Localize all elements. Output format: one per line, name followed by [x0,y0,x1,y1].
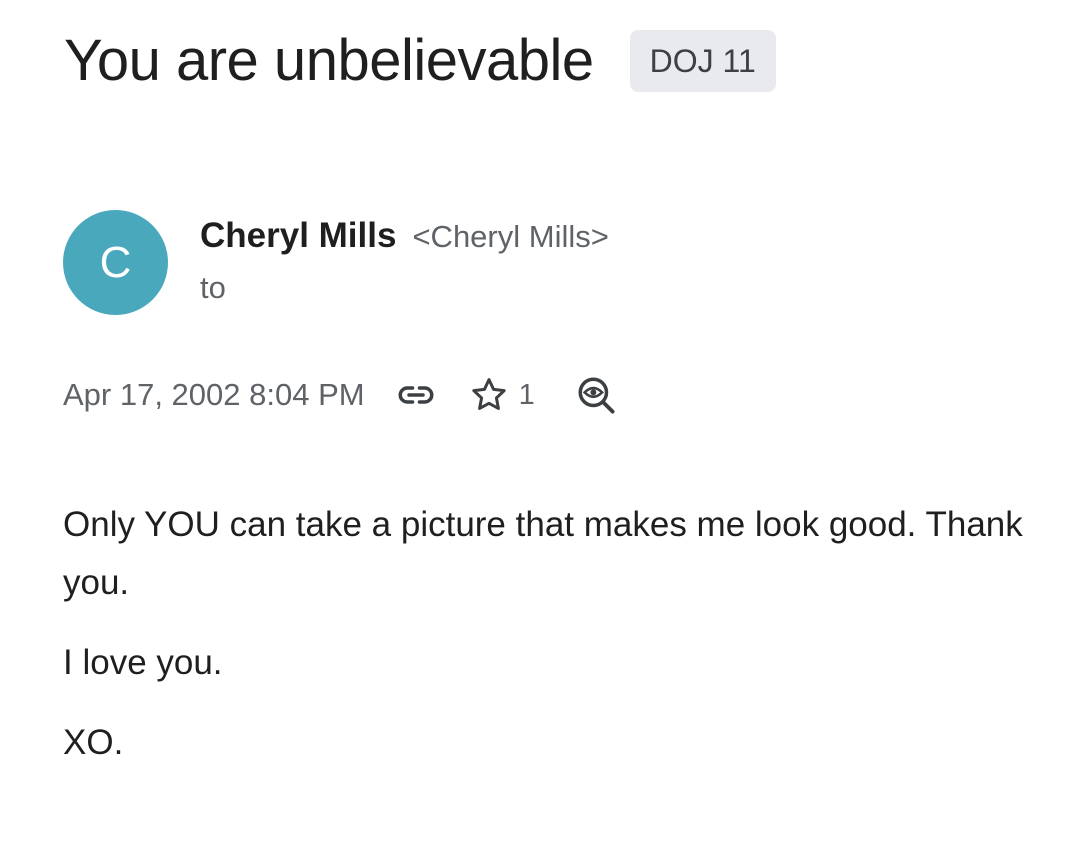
sender-name[interactable]: Cheryl Mills [200,216,396,256]
avatar[interactable]: C [63,210,168,315]
star-icon[interactable] [469,375,509,415]
link-icon[interactable] [395,374,437,416]
sender-line: Cheryl Mills <Cheryl Mills> [200,216,609,256]
body-paragraph: XO. [63,723,124,762]
subject-row: You are unbelievable DOJ 11 [64,26,776,96]
email-date: Apr 17, 2002 8:04 PM [63,377,365,412]
body-paragraph: Only YOU can take a picture that makes m… [63,505,1023,602]
sender-info: Cheryl Mills <Cheryl Mills> to [200,210,609,315]
meta-row: Apr 17, 2002 8:04 PM 1 [63,372,617,418]
view-search-icon[interactable] [575,374,617,416]
email-body: Only YOU can take a picture that makes m… [63,496,1023,772]
label-chip[interactable]: DOJ 11 [629,30,776,92]
sender-email: <Cheryl Mills> [412,219,609,254]
email-subject: You are unbelievable [64,28,594,93]
body-paragraph: I love you. [63,643,223,682]
star-count: 1 [518,378,535,411]
recipient-line: to [200,270,226,305]
avatar-letter: C [99,237,132,287]
sender-header: C Cheryl Mills <Cheryl Mills> to [63,210,609,315]
